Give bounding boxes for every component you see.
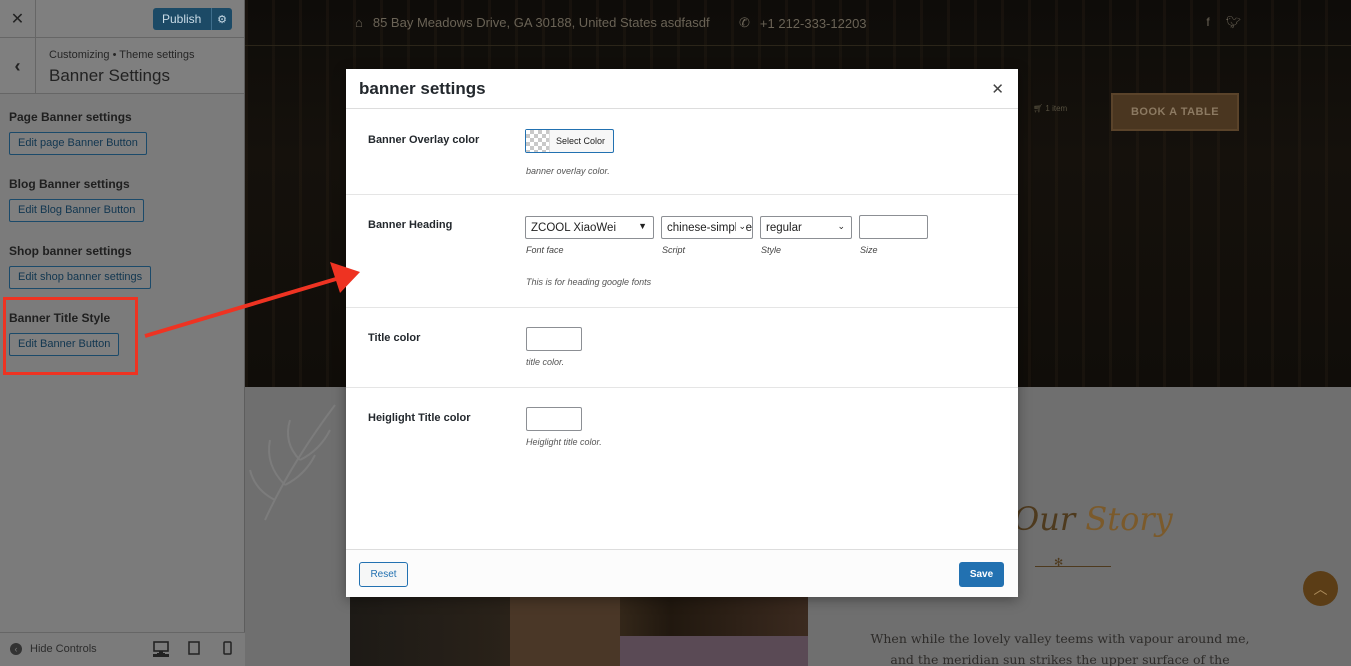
overlay-color-label: Banner Overlay color — [368, 134, 480, 146]
collapse-icon: ‹ — [10, 643, 22, 655]
breadcrumb: Customizing • Theme settings — [49, 49, 195, 61]
title-color-description: title color. — [526, 357, 565, 367]
style-value: regular — [766, 221, 802, 234]
cart-link[interactable]: 🛒︎ 1 item — [1033, 104, 1067, 113]
script-select[interactable]: chinese-simplified ⌄ — [661, 216, 753, 239]
title-color-input[interactable] — [526, 327, 582, 351]
section-title: Banner Settings — [49, 66, 170, 85]
close-icon: ✕ — [10, 11, 25, 28]
story-word-2: Story — [1085, 500, 1173, 538]
story-word-1: Our — [1013, 500, 1076, 538]
restaurant-photo-middle — [510, 597, 620, 666]
style-select[interactable]: regular ⌄ — [760, 216, 852, 239]
chevron-down-icon: ⌄ — [736, 221, 746, 232]
size-input[interactable] — [859, 215, 928, 239]
top-info-bar: ⌂ 85 Bay Meadows Drive, GA 30188, United… — [245, 0, 1351, 46]
section-header: ‹ Customizing • Theme settings Banner Se… — [0, 38, 244, 94]
font-face-value: ZCOOL XiaoWei — [531, 221, 616, 234]
modal-footer: Reset Save — [346, 549, 1018, 597]
title-color-row: Title color title color. — [346, 308, 1018, 388]
lotus-icon: ✻ — [1054, 557, 1064, 569]
phone-icon: ✆ — [739, 15, 750, 30]
section-heading: Page Banner settings — [9, 110, 132, 124]
scroll-to-top-button[interactable]: ︿ — [1303, 571, 1338, 606]
chevron-up-icon: ︿ — [1313, 580, 1328, 597]
shop-banner-section: Shop banner settings Edit shop banner se… — [9, 244, 152, 289]
facebook-icon[interactable]: f — [1206, 15, 1209, 29]
address-info: ⌂ 85 Bay Meadows Drive, GA 30188, United… — [355, 15, 710, 30]
hide-controls-button[interactable]: ‹ Hide Controls — [10, 643, 97, 655]
highlight-color-row: Heiglight Title color Heiglight title co… — [346, 388, 1018, 468]
cart-icon: 🛒︎ — [1033, 104, 1044, 113]
publish-label: Publish — [162, 12, 202, 26]
home-icon: ⌂ — [355, 15, 363, 30]
title-color-label: Title color — [368, 332, 421, 344]
banner-heading-label: Banner Heading — [368, 219, 453, 231]
publish-button[interactable]: Publish ⚙ — [153, 8, 232, 30]
tablet-preview-icon[interactable] — [187, 641, 203, 657]
chevron-down-icon: ⌄ — [837, 221, 845, 231]
leaf-decoration-icon — [249, 404, 336, 521]
style-label: Style — [761, 245, 782, 255]
twitter-icon[interactable]: 🐦︎ — [1226, 15, 1241, 29]
select-color-button[interactable]: Select Color — [525, 129, 614, 153]
banner-heading-description: This is for heading google fonts — [526, 277, 652, 287]
book-table-button[interactable]: BOOK A TABLE — [1111, 93, 1239, 131]
address-text: 85 Bay Meadows Drive, GA 30188, United S… — [372, 15, 710, 30]
overlay-color-row: Banner Overlay color Select Color banner… — [346, 109, 1018, 195]
paragraph-line: When while the lovely valley teems with … — [870, 631, 1250, 646]
annotation-highlight-box — [3, 297, 138, 375]
section-heading: Shop banner settings — [9, 244, 132, 258]
blog-banner-section: Blog Banner settings Edit Blog Banner Bu… — [9, 177, 145, 222]
gear-icon[interactable]: ⚙ — [211, 8, 232, 30]
mobile-preview-icon[interactable] — [221, 641, 237, 657]
edit-page-banner-button[interactable]: Edit page Banner Button — [9, 132, 147, 155]
section-heading-story: Our Story — [1013, 500, 1173, 538]
size-label: Size — [860, 245, 878, 255]
select-color-label: Select Color — [556, 136, 606, 146]
font-face-label: Font face — [526, 245, 564, 255]
sidebar-header: ✕ Publish ⚙ — [0, 0, 244, 38]
highlight-color-input[interactable] — [526, 407, 582, 431]
close-customizer-button[interactable]: ✕ — [0, 0, 36, 38]
phone-info: ✆ +1 212-333-12203 — [739, 15, 867, 31]
paragraph-line: and the meridian sun strikes the upper s… — [890, 652, 1230, 666]
close-icon: ✕ — [991, 81, 1004, 98]
save-button[interactable]: Save — [959, 562, 1004, 587]
modal-close-button[interactable]: ✕ — [991, 80, 1004, 98]
edit-blog-banner-button[interactable]: Edit Blog Banner Button — [9, 199, 145, 222]
dropdown-arrow-icon: ▼ — [638, 221, 647, 231]
script-label: Script — [662, 245, 686, 255]
overlay-color-description: banner overlay color. — [526, 166, 610, 176]
transparent-swatch-icon — [526, 130, 550, 152]
sidebar-footer: ‹ Hide Controls — [0, 632, 245, 666]
reset-button[interactable]: Reset — [359, 562, 408, 587]
font-face-select[interactable]: ZCOOL XiaoWei ▼ — [525, 216, 654, 239]
cart-count: 1 item — [1045, 104, 1068, 113]
edit-shop-banner-button[interactable]: Edit shop banner settings — [9, 266, 152, 289]
highlight-color-description: Heiglight title color. — [526, 437, 602, 447]
story-paragraph: When while the lovely valley teems with … — [845, 628, 1275, 666]
modal-title: banner settings — [359, 79, 486, 98]
phone-text: +1 212-333-12203 — [759, 15, 867, 31]
section-heading: Blog Banner settings — [9, 177, 130, 191]
highlight-color-label: Heiglight Title color — [368, 412, 471, 424]
banner-settings-modal: banner settings ✕ Banner Overlay color S… — [346, 69, 1018, 597]
heading-divider — [1035, 566, 1111, 567]
modal-header: banner settings ✕ — [346, 69, 1018, 109]
back-button[interactable]: ‹ — [0, 38, 36, 94]
desktop-preview-icon[interactable] — [153, 641, 169, 657]
restaurant-photo-right — [620, 636, 808, 666]
chevron-left-icon: ‹ — [14, 55, 21, 76]
hide-controls-label: Hide Controls — [30, 643, 97, 655]
page-banner-section: Page Banner settings Edit page Banner Bu… — [9, 110, 147, 155]
social-links: f 🐦︎ — [1206, 15, 1241, 29]
